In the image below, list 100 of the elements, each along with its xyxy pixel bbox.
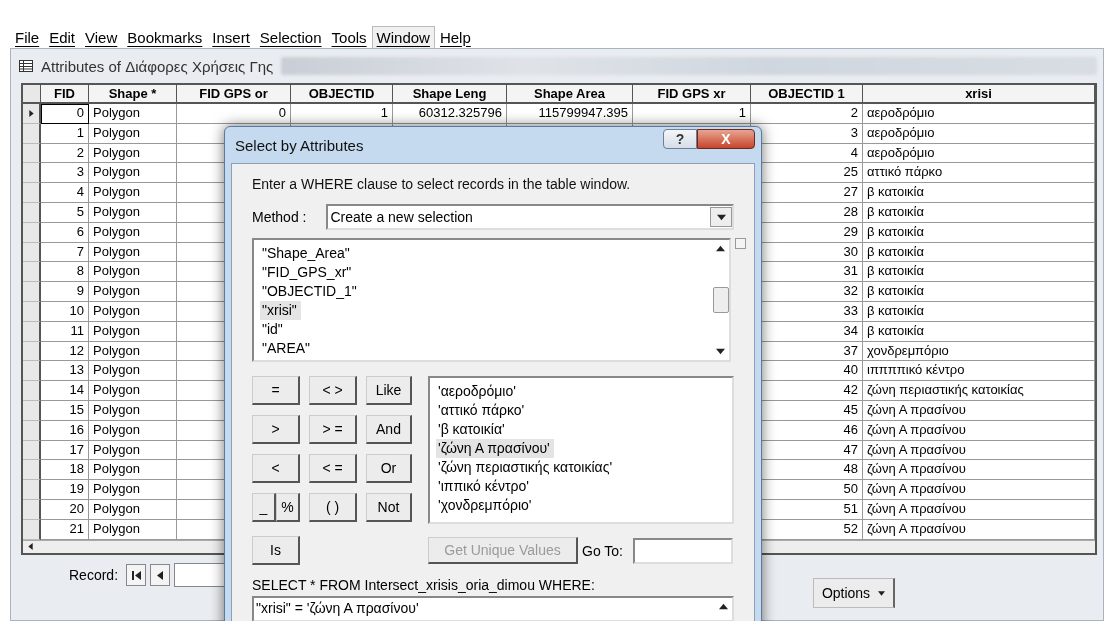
operator-button[interactable]: Is	[252, 536, 300, 565]
value-item[interactable]: 'ζώνη Α πρασίνου'	[436, 439, 554, 458]
sql-prefix-text: SELECT * FROM Intersect_xrisis_oria_dimou WHERE:	[252, 577, 596, 593]
table-cell: Polygon	[89, 480, 177, 500]
row-selector[interactable]	[23, 361, 41, 382]
row-selector[interactable]	[23, 499, 41, 520]
field-item[interactable]: "id"	[260, 320, 287, 339]
row-selector[interactable]	[23, 301, 41, 322]
table-cell: 2	[41, 143, 89, 164]
table-cell: β κατοικία	[863, 321, 1095, 342]
column-header[interactable]: Shape Area	[507, 85, 633, 104]
row-selector[interactable]	[23, 163, 41, 184]
operator-button[interactable]: ( )	[309, 493, 357, 522]
row-selector[interactable]	[23, 183, 41, 203]
column-header[interactable]: xrisi	[863, 85, 1095, 104]
caret-icon	[878, 589, 886, 597]
table-cell: 11	[41, 321, 89, 342]
help-button[interactable]: ?	[663, 129, 697, 149]
fields-list[interactable]: "Shape_Area" "FID_GPS_xr" "OBJECTID_1" "xrisi" "id" "AREA"	[252, 238, 731, 362]
table-cell: 15	[41, 400, 89, 421]
table-cell: 10	[41, 301, 89, 322]
row-selector[interactable]	[23, 460, 41, 481]
menu-item[interactable]: Help	[434, 25, 476, 49]
value-item[interactable]: 'αεροδρόμιο'	[436, 382, 520, 401]
operator-button[interactable]: Like	[366, 376, 412, 405]
row-selector[interactable]	[23, 104, 41, 124]
field-item[interactable]: "AREA"	[260, 339, 315, 358]
options-button[interactable]: Options	[813, 578, 895, 608]
row-selector[interactable]	[23, 480, 41, 500]
value-item[interactable]: 'χονδρεμπόριο'	[436, 496, 536, 515]
column-header[interactable]: Shape *	[89, 85, 177, 104]
column-header[interactable]: Shape Leng	[393, 85, 507, 104]
table-cell: ζώνη περιαστικής κατοικίας	[863, 381, 1095, 401]
row-selector[interactable]	[23, 519, 41, 540]
row-selector[interactable]	[23, 420, 41, 441]
table-cell: Polygon	[89, 400, 177, 421]
method-dropdown[interactable]: Create a new selection	[326, 204, 734, 230]
go-to-label: Go To:	[582, 542, 623, 559]
first-record-button[interactable]	[126, 564, 147, 586]
previous-record-button[interactable]	[150, 564, 171, 586]
row-selector[interactable]	[23, 242, 41, 263]
row-selector[interactable]	[23, 400, 41, 421]
field-item[interactable]: "OBJECTID_1"	[260, 282, 361, 301]
column-header[interactable]: FID GPS xr	[633, 85, 751, 104]
table-cell: Polygon	[89, 222, 177, 243]
value-item[interactable]: 'ζώνη περιαστικής κατοικίας'	[436, 458, 617, 477]
operator-button[interactable]: > =	[309, 415, 357, 444]
menu-item[interactable]: File	[10, 25, 45, 49]
table-cell: Polygon	[89, 341, 177, 362]
values-list[interactable]: 'αεροδρόμιο' 'αττικό πάρκο' 'β κατοικία' 'ζώνη Α πρασίνου' 'ζώνη περιαστικής κατοικίας' 'ιππικό κέντρο' 'χονδρεμπόριο'	[428, 376, 734, 524]
column-header[interactable]: OBJECTID	[291, 85, 393, 104]
field-item[interactable]: "Shape_Area"	[260, 244, 354, 263]
row-selector[interactable]	[23, 440, 41, 461]
row-selector[interactable]	[23, 381, 41, 401]
expand-button[interactable]	[735, 238, 746, 249]
table-cell: Polygon	[89, 203, 177, 223]
row-selector[interactable]	[23, 341, 41, 362]
field-item[interactable]: "FID_GPS_xr"	[260, 263, 356, 282]
table-cell: 18	[41, 460, 89, 481]
operator-button[interactable]: %	[276, 493, 300, 522]
field-item[interactable]: "xrisi"	[260, 301, 301, 320]
value-item[interactable]: 'ιππικό κέντρο'	[436, 477, 533, 496]
scroll-thumb[interactable]	[712, 287, 729, 313]
table-cell: 0	[177, 104, 291, 124]
menu-item[interactable]: Bookmarks	[122, 25, 208, 49]
operator-button[interactable]: < >	[309, 376, 357, 405]
select-all-corner[interactable]	[23, 85, 41, 104]
row-selector[interactable]	[23, 143, 41, 164]
operator-button[interactable]: >	[252, 415, 300, 444]
expression-field[interactable]: "xrisi" = 'ζώνη Α πρασίνου'	[252, 596, 734, 621]
menu-item[interactable]: Selection	[254, 25, 327, 49]
operator-button[interactable]: Or	[366, 454, 412, 483]
value-item[interactable]: 'αττικό πάρκο'	[436, 401, 529, 420]
value-item[interactable]: 'β κατοικία'	[436, 420, 509, 439]
dropdown-arrow-icon	[716, 212, 726, 222]
operator-button[interactable]: < =	[309, 454, 357, 483]
row-selector[interactable]	[23, 321, 41, 342]
menu-item[interactable]: View	[80, 25, 123, 49]
column-header[interactable]: OBJECTID 1	[751, 85, 863, 104]
table-icon	[19, 60, 33, 72]
menu-item[interactable]: Tools	[326, 25, 372, 49]
menu-item[interactable]: Window	[371, 25, 435, 49]
menu-item[interactable]: Insert	[207, 25, 255, 49]
row-selector[interactable]	[23, 222, 41, 243]
operator-button[interactable]: _	[252, 493, 276, 522]
table-cell: Polygon	[89, 301, 177, 322]
row-selector[interactable]	[23, 262, 41, 283]
row-selector[interactable]	[23, 123, 41, 144]
go-to-field[interactable]	[633, 537, 733, 564]
operator-button[interactable]: And	[366, 415, 412, 444]
row-selector[interactable]	[23, 282, 41, 302]
table-cell: Polygon	[89, 143, 177, 164]
column-header[interactable]: FID	[41, 85, 89, 104]
table-cell: 6	[41, 222, 89, 243]
operator-button[interactable]: Not	[366, 493, 412, 522]
operator-button[interactable]: <	[252, 454, 300, 483]
column-header[interactable]: FID GPS or	[177, 85, 291, 104]
operator-button[interactable]: =	[252, 376, 300, 405]
row-selector[interactable]	[23, 203, 41, 223]
menu-item[interactable]: Edit	[44, 25, 81, 49]
